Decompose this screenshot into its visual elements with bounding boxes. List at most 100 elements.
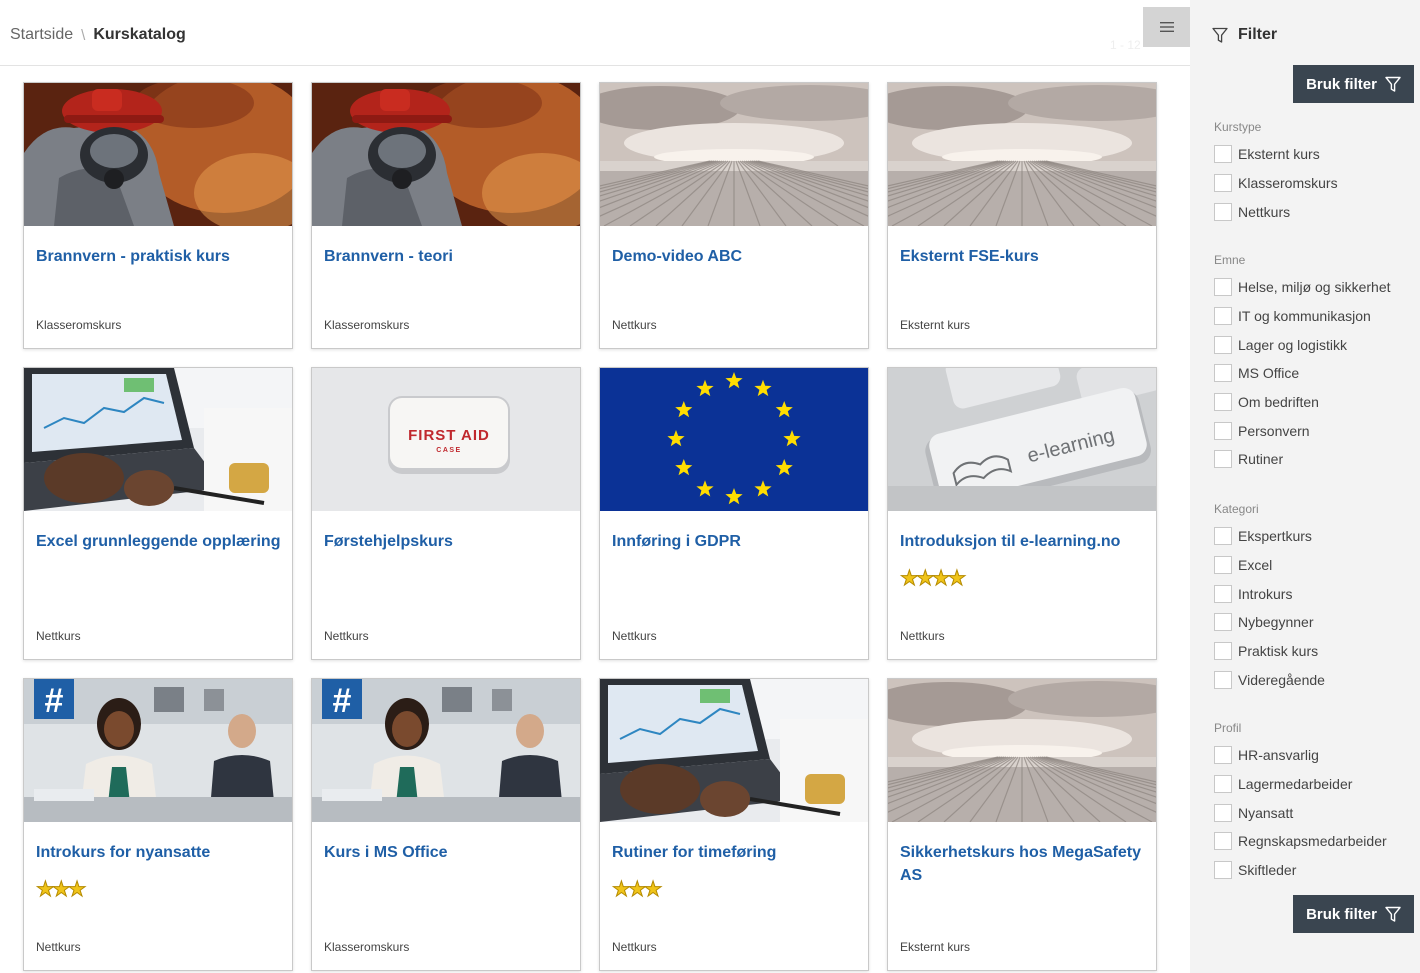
breadcrumb-home-link[interactable]: Startside: [10, 26, 73, 44]
course-title-link[interactable]: Excel grunnleggende opplæring: [36, 530, 282, 553]
course-type-label: Klasseromskurs: [324, 318, 410, 332]
filter-checkbox[interactable]: [1214, 174, 1232, 193]
filter-option[interactable]: Excel: [1214, 551, 1325, 580]
course-card[interactable]: # Introkurs for nyansatte ★★★ Nettkurs: [23, 678, 293, 971]
course-title-link[interactable]: Sikkerhetskurs hos MegaSafety AS: [900, 841, 1146, 887]
course-card[interactable]: Brannvern - praktisk kurs Klasseromskurs: [23, 82, 293, 349]
filter-option-label: Helse, miljø og sikkerhet: [1238, 279, 1391, 296]
filter-checkbox[interactable]: [1214, 746, 1232, 765]
course-title-link[interactable]: Demo-video ABC: [612, 245, 858, 268]
course-type-label: Nettkurs: [900, 629, 945, 643]
filter-option[interactable]: Helse, miljø og sikkerhet: [1214, 273, 1391, 302]
filter-option[interactable]: Nyansatt: [1214, 798, 1387, 827]
course-thumbnail[interactable]: [24, 368, 292, 511]
course-title-link[interactable]: Kurs i MS Office: [324, 841, 570, 864]
filter-option[interactable]: Om bedriften: [1214, 388, 1391, 417]
filter-option[interactable]: Rutiner: [1214, 445, 1391, 474]
filter-option[interactable]: Introkurs: [1214, 579, 1325, 608]
filter-checkbox[interactable]: [1214, 278, 1232, 297]
filter-option-label: Praktisk kurs: [1238, 643, 1319, 660]
menu-toggle-button[interactable]: [1143, 7, 1190, 47]
filter-checkbox[interactable]: [1214, 307, 1232, 326]
filter-option[interactable]: Videregående: [1214, 665, 1325, 694]
course-title-link[interactable]: Eksternt FSE-kurs: [900, 245, 1146, 268]
course-card[interactable]: Innføring i GDPR Nettkurs: [599, 367, 869, 660]
course-card[interactable]: Excel grunnleggende opplæring Nettkurs: [23, 367, 293, 660]
filter-option[interactable]: IT og kommunikasjon: [1214, 302, 1391, 331]
filter-option[interactable]: Ekspertkurs: [1214, 522, 1325, 551]
course-card[interactable]: # Kurs i MS Office Klasseromskurs: [311, 678, 581, 971]
filter-group: Kategori Ekspertkurs Excel Introkurs Nybegyn…: [1214, 502, 1325, 694]
course-thumbnail[interactable]: #: [24, 679, 292, 822]
filter-option[interactable]: Klasseromskurs: [1214, 169, 1338, 198]
course-thumbnail[interactable]: FIRST AID CASE: [312, 368, 580, 511]
filter-option-label: Regnskapsmedarbeider: [1238, 833, 1387, 850]
filter-checkbox[interactable]: [1214, 861, 1232, 880]
filter-option-label: Rutiner: [1238, 451, 1284, 468]
course-title-link[interactable]: Rutiner for timeføring: [612, 841, 858, 864]
filter-option[interactable]: Skiftleder: [1214, 856, 1387, 885]
filter-checkbox[interactable]: [1214, 584, 1232, 603]
filter-checkbox[interactable]: [1214, 450, 1232, 469]
breadcrumb: Startside \ Kurskatalog: [10, 26, 186, 44]
filter-checkbox[interactable]: [1214, 335, 1232, 354]
filter-option[interactable]: Personvern: [1214, 416, 1391, 445]
filter-option-label: Videregående: [1238, 671, 1325, 688]
filter-sidebar: Filter Bruk filter Kurstype Eksternt kurs K…: [1190, 0, 1420, 973]
filter-option[interactable]: HR-ansvarlig: [1214, 741, 1387, 770]
filter-checkbox[interactable]: [1214, 832, 1232, 851]
course-thumbnail[interactable]: [312, 83, 580, 226]
course-card[interactable]: Sikkerhetskurs hos MegaSafety AS Eksternt…: [887, 678, 1157, 971]
course-title-link[interactable]: Brannvern - teori: [324, 245, 570, 268]
filter-option-label: Personvern: [1238, 422, 1310, 439]
filter-checkbox[interactable]: [1214, 393, 1232, 412]
course-card[interactable]: Rutiner for timeføring ★★★ Nettkurs: [599, 678, 869, 971]
course-card[interactable]: e-learning Introduksjon til e-learning.n…: [887, 367, 1157, 660]
filter-checkbox[interactable]: [1214, 527, 1232, 546]
filter-checkbox[interactable]: [1214, 202, 1232, 221]
filter-checkbox[interactable]: [1214, 556, 1232, 575]
filter-option[interactable]: Lagermedarbeider: [1214, 770, 1387, 799]
apply-filter-button-top[interactable]: Bruk filter: [1293, 65, 1414, 103]
course-thumbnail[interactable]: [888, 679, 1156, 822]
filter-option[interactable]: Nettkurs: [1214, 197, 1338, 226]
course-thumbnail[interactable]: [600, 83, 868, 226]
filter-option[interactable]: Lager og logistikk: [1214, 330, 1391, 359]
filter-option[interactable]: Regnskapsmedarbeider: [1214, 827, 1387, 856]
course-title-link[interactable]: Introkurs for nyansatte: [36, 841, 282, 864]
filter-checkbox[interactable]: [1214, 613, 1232, 632]
course-thumbnail[interactable]: e-learning: [888, 368, 1156, 511]
course-type-label: Nettkurs: [612, 318, 657, 332]
course-type-label: Klasseromskurs: [36, 318, 122, 332]
filter-option[interactable]: Eksternt kurs: [1214, 140, 1338, 169]
course-thumbnail[interactable]: [600, 368, 868, 511]
course-thumbnail[interactable]: [24, 83, 292, 226]
course-card[interactable]: Demo-video ABC Nettkurs: [599, 82, 869, 349]
filter-checkbox[interactable]: [1214, 775, 1232, 794]
filter-checkbox[interactable]: [1214, 421, 1232, 440]
filter-option[interactable]: Nybegynner: [1214, 608, 1325, 637]
filter-checkbox[interactable]: [1214, 670, 1232, 689]
filter-option[interactable]: Praktisk kurs: [1214, 637, 1325, 666]
course-card[interactable]: FIRST AID CASE Førstehjelpskurs Nettkurs: [311, 367, 581, 660]
filter-group-title: Emne: [1214, 253, 1246, 267]
filter-checkbox[interactable]: [1214, 364, 1232, 383]
hamburger-menu-icon: [1159, 22, 1174, 32]
course-card[interactable]: Brannvern - teori Klasseromskurs: [311, 82, 581, 349]
course-title-link[interactable]: Innføring i GDPR: [612, 530, 858, 553]
course-title-link[interactable]: Førstehjelpskurs: [324, 530, 570, 553]
filter-checkbox[interactable]: [1214, 803, 1232, 822]
filter-group-title: Profil: [1214, 721, 1242, 735]
course-title-link[interactable]: Introduksjon til e-learning.no: [900, 530, 1146, 553]
course-thumbnail[interactable]: #: [312, 679, 580, 822]
filter-checkbox[interactable]: [1214, 145, 1232, 164]
filter-option[interactable]: MS Office: [1214, 359, 1391, 388]
course-thumbnail[interactable]: [600, 679, 868, 822]
course-thumbnail[interactable]: [888, 83, 1156, 226]
course-title-link[interactable]: Brannvern - praktisk kurs: [36, 245, 282, 268]
filter-option-label: IT og kommunikasjon: [1238, 308, 1371, 325]
course-card[interactable]: Eksternt FSE-kurs Eksternt kurs: [887, 82, 1157, 349]
filter-checkbox[interactable]: [1214, 642, 1232, 661]
apply-filter-button-bottom[interactable]: Bruk filter: [1293, 895, 1414, 933]
course-type-label: Nettkurs: [36, 940, 81, 954]
